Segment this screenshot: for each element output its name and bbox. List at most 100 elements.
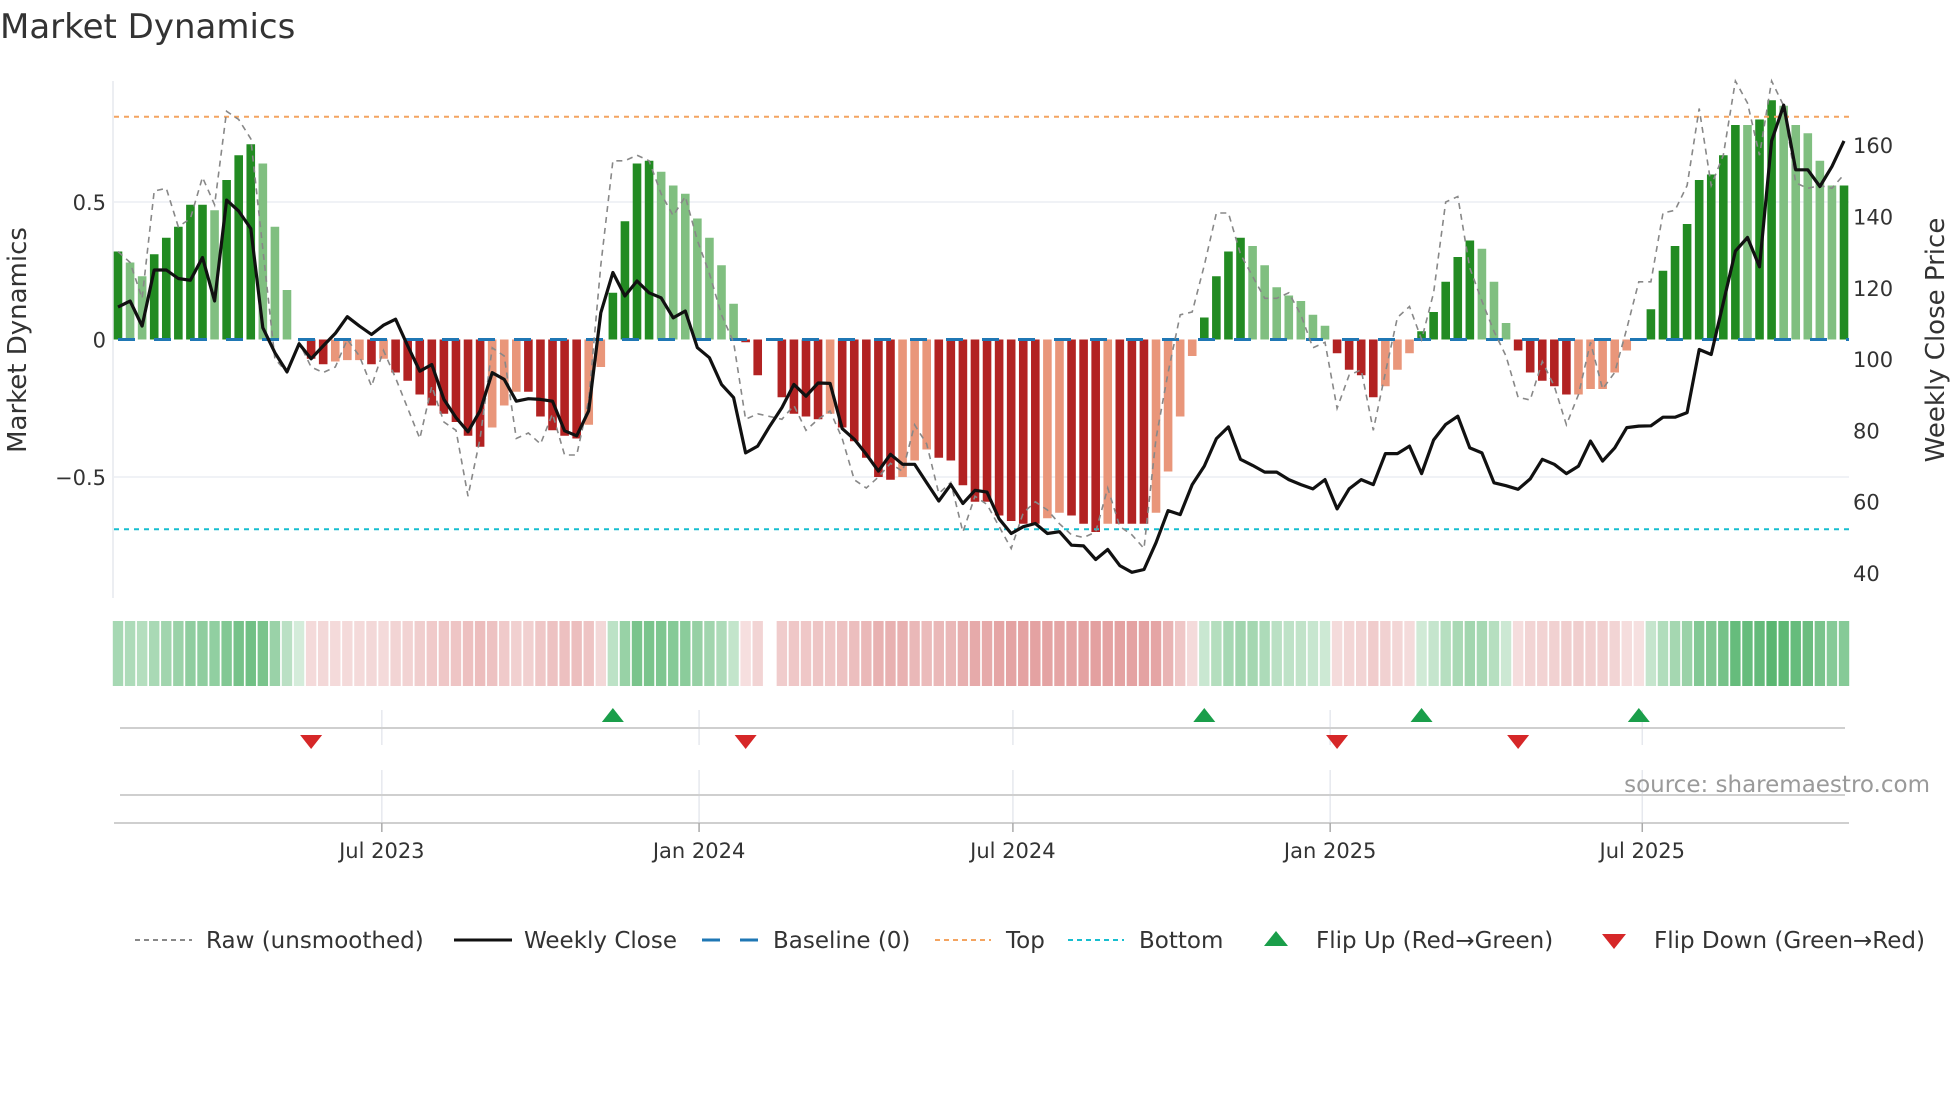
y2-tick-label: 120: [1853, 277, 1893, 301]
heat-cell: [1247, 621, 1258, 686]
bar-negative: [1175, 339, 1185, 417]
heat-cell: [969, 621, 981, 686]
heat-cell: [330, 621, 341, 686]
heat-cell: [233, 621, 244, 686]
heat-cell: [354, 621, 365, 686]
x-tick-label: Jul 2023: [337, 839, 424, 863]
heat-cell: [1392, 621, 1403, 686]
heat-cell: [161, 621, 172, 686]
heat-cell: [824, 621, 836, 686]
y2-tick-label: 140: [1853, 205, 1893, 229]
bar-positive: [282, 290, 292, 340]
bar-positive: [1827, 185, 1837, 340]
y-tick-label: 0.5: [73, 191, 106, 215]
heat-cell: [1307, 621, 1319, 686]
heat-cell: [1211, 621, 1222, 686]
heat-cell: [885, 621, 896, 686]
flip-up-marker: [1410, 708, 1433, 722]
legend-label-top: Top: [1005, 928, 1045, 954]
bar-negative: [1344, 339, 1354, 370]
flip-up-marker: [601, 708, 624, 722]
heat-cell: [1126, 621, 1138, 686]
heat-cell: [1657, 621, 1669, 686]
bar-negative: [391, 339, 400, 373]
legend-item-raw: Raw (unsmoothed): [135, 928, 424, 954]
flip-down-marker: [300, 735, 323, 749]
dynamics-bars: [113, 100, 1849, 532]
bar-positive: [632, 163, 642, 340]
bar-negative: [1356, 339, 1366, 376]
bar-positive: [1646, 309, 1656, 340]
bar-positive: [644, 160, 654, 340]
bar-negative: [994, 339, 1004, 516]
bar-negative: [1598, 339, 1607, 389]
heat-cell: [523, 621, 534, 686]
bar-negative: [1610, 339, 1619, 373]
heat-cell: [342, 621, 353, 686]
heat-cell: [402, 621, 413, 686]
heat-cell: [1174, 621, 1186, 686]
bar-positive: [1200, 317, 1209, 340]
bar-negative: [512, 339, 521, 392]
heat-cell: [1162, 621, 1174, 686]
heat-cell: [559, 621, 570, 686]
bar-negative: [801, 339, 811, 417]
bar-negative: [1332, 339, 1342, 354]
heat-cell: [1428, 621, 1439, 686]
heat-cell: [1633, 621, 1645, 686]
heat-cell: [1404, 621, 1415, 686]
heat-cell: [1681, 621, 1693, 686]
heat-cell: [1018, 621, 1029, 686]
heat-cell: [1693, 621, 1705, 686]
heat-cell: [1090, 621, 1101, 686]
heat-cell: [1054, 621, 1065, 686]
heat-cell: [583, 621, 594, 686]
bar-positive: [1260, 265, 1269, 340]
heat-cell: [668, 621, 679, 686]
heat-cell: [704, 621, 715, 686]
heat-cell: [1488, 621, 1500, 686]
heat-cell: [607, 621, 619, 686]
heat-cell: [511, 621, 522, 686]
heat-cell: [1476, 621, 1488, 686]
heat-cell: [1102, 621, 1113, 686]
legend-item-flip-down: Flip Down (Green→Red): [1602, 928, 1925, 954]
heat-cell: [897, 621, 908, 686]
bar-negative: [1513, 339, 1523, 351]
bar-positive: [1248, 246, 1257, 340]
heat-cell: [1669, 621, 1681, 686]
flip-up-marker: [1627, 708, 1650, 722]
bar-negative: [1091, 339, 1100, 532]
heat-cell: [1042, 621, 1053, 686]
bar-positive: [1212, 276, 1221, 340]
heat-cell: [293, 621, 305, 686]
heat-cell: [1706, 621, 1717, 686]
bar-negative: [825, 339, 835, 414]
bar-positive: [1743, 125, 1752, 340]
heat-cell: [1512, 621, 1524, 686]
bar-positive: [656, 171, 666, 340]
heat-cell: [378, 621, 389, 686]
bar-positive: [1839, 185, 1849, 340]
bar-negative: [475, 339, 485, 447]
heat-cell: [1440, 621, 1451, 686]
bar-negative: [1139, 339, 1149, 524]
bar-positive: [1296, 301, 1306, 340]
heat-cell: [1754, 621, 1765, 686]
reference-lines: [114, 115, 1849, 531]
bar-positive: [620, 221, 630, 340]
x-tick-label: Jul 2025: [1598, 839, 1685, 863]
heat-cell: [1730, 621, 1741, 686]
heat-cell: [945, 621, 957, 686]
bar-negative: [1055, 339, 1064, 513]
y2-tick-label: 160: [1853, 134, 1893, 158]
bar-negative: [1018, 339, 1028, 524]
heat-cell: [619, 621, 631, 686]
heat-cell: [1271, 621, 1282, 686]
bar-negative: [1368, 339, 1378, 398]
legend-item-flip-up: Flip Up (Red→Green): [1264, 928, 1553, 954]
bar-negative: [982, 339, 992, 502]
heat-cell: [1802, 621, 1813, 686]
x-tick-label: Jan 2025: [1282, 839, 1377, 863]
bar-negative: [970, 339, 980, 502]
